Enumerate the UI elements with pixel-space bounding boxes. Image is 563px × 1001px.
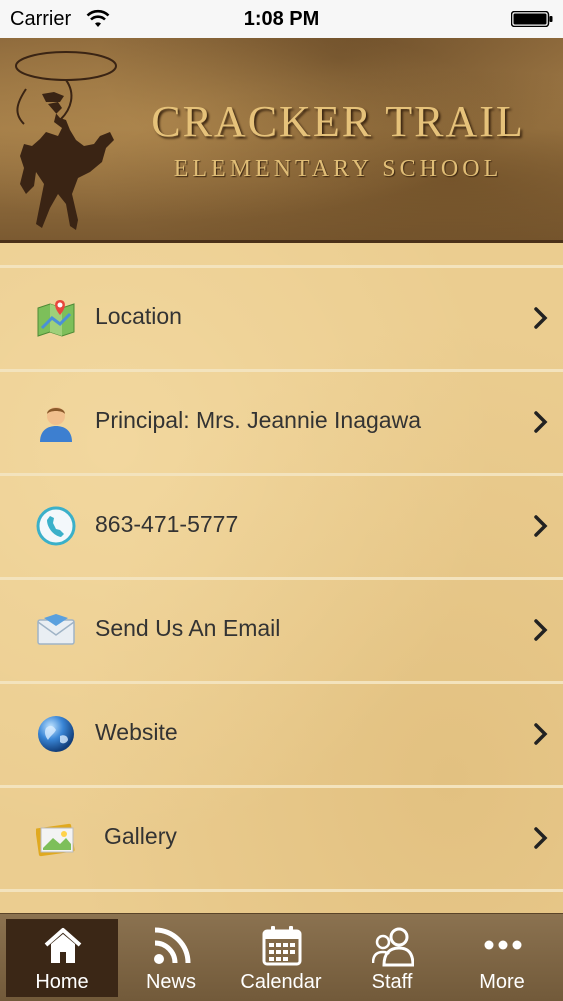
tab-label: Staff (371, 971, 413, 993)
tab-label: News (145, 971, 196, 993)
rss-icon (154, 927, 191, 964)
status-bar: Carrier 1:08 PM (0, 0, 563, 38)
menu-item-website[interactable]: Website (0, 684, 563, 788)
menu-item-label: Location (95, 303, 182, 329)
clock: 1:08 PM (243, 8, 320, 30)
menu-item-phone[interactable]: 863-471-5777 (0, 476, 563, 580)
people-icon (372, 927, 414, 967)
calendar-icon (262, 926, 302, 966)
person-icon (40, 407, 72, 442)
tab-staff[interactable]: Staff (336, 919, 448, 997)
menu-item-label: Send Us An Email (95, 615, 281, 641)
tab-home[interactable]: Home (6, 919, 118, 997)
gallery-icon (36, 823, 75, 857)
more-dots-icon (484, 940, 522, 950)
home-icon (44, 928, 82, 963)
chevron-right-icon (534, 411, 548, 433)
menu-item-label: 863-471-5777 (95, 511, 239, 537)
menu-top-divider (0, 243, 563, 268)
chevron-right-icon (534, 827, 548, 849)
tab-news[interactable]: News (115, 919, 227, 997)
school-title: CRACKER TRAIL (151, 97, 525, 146)
menu-item-label: Principal: Mrs. Jeannie Inagawa (95, 407, 421, 433)
chevron-right-icon (534, 515, 548, 537)
tab-calendar[interactable]: Calendar (225, 919, 337, 997)
menu-item-email[interactable]: Send Us An Email (0, 580, 563, 684)
tab-label: Calendar (240, 971, 322, 993)
phone-icon (36, 506, 76, 546)
map-icon (37, 300, 75, 337)
battery-icon (511, 11, 553, 27)
chevron-right-icon (534, 619, 548, 641)
school-subtitle: ELEMENTARY SCHOOL (173, 156, 503, 182)
globe-icon (38, 716, 74, 752)
email-icon (37, 614, 75, 645)
chevron-right-icon (534, 723, 548, 745)
tab-label: Home (35, 971, 89, 993)
menu-list: Location Principal: Mrs. Jeannie Inagawa… (0, 243, 563, 913)
school-banner: CRACKER TRAIL ELEMENTARY SCHOOL (0, 38, 563, 243)
chevron-right-icon (534, 307, 548, 329)
cowboy-logo-icon (15, 51, 117, 230)
menu-item-location[interactable]: Location (0, 268, 563, 372)
tab-more[interactable]: More (446, 919, 558, 997)
tab-label: More (479, 971, 525, 993)
menu-item-label: Website (95, 719, 178, 745)
menu-item-label: Gallery (104, 823, 177, 849)
tab-bar: Home News Calendar Staff More (0, 913, 563, 1001)
menu-item-gallery[interactable]: Gallery (0, 788, 563, 892)
menu-item-principal[interactable]: Principal: Mrs. Jeannie Inagawa (0, 372, 563, 476)
